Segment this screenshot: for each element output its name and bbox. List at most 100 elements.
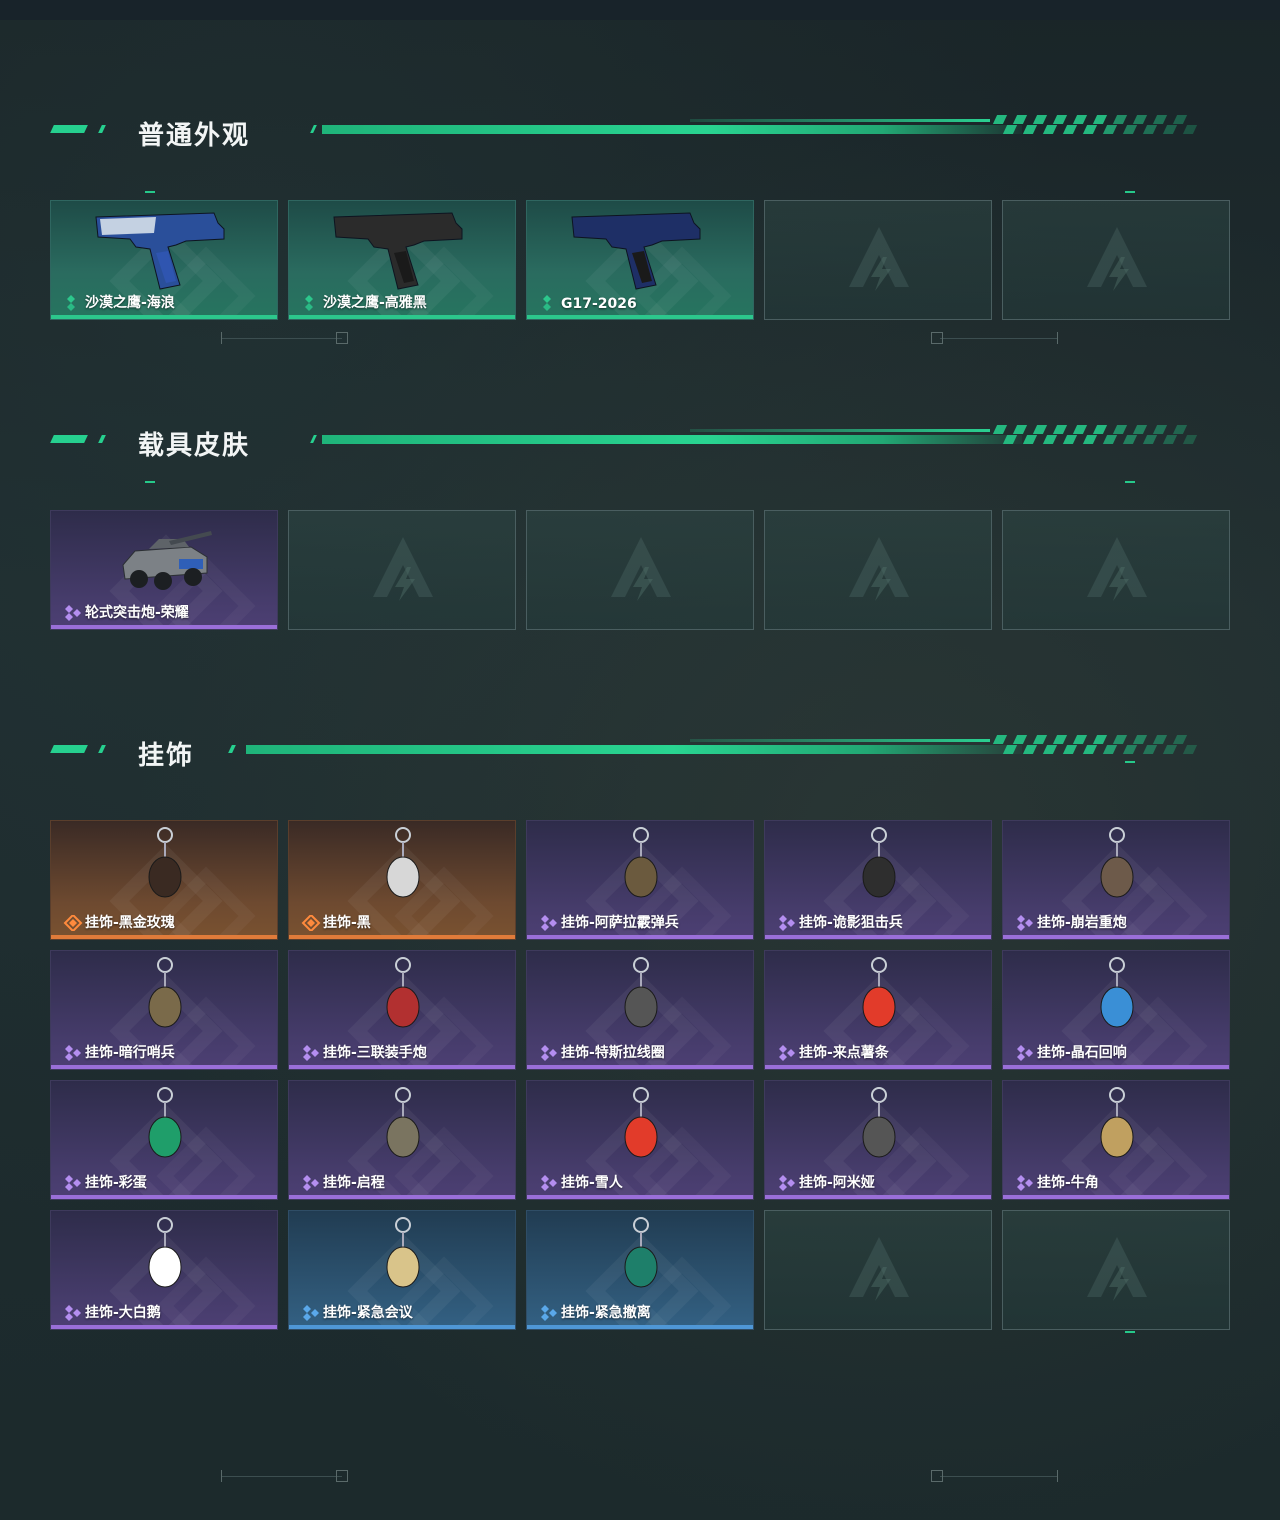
item-name: 沙漠之鹰-高雅黑 — [323, 295, 427, 311]
section-title: 普通外观 — [138, 121, 251, 151]
header-bar-top — [690, 429, 990, 432]
item-name: 挂饰-雪人 — [561, 1175, 623, 1191]
item-name: 挂饰-紧急撤离 — [561, 1305, 651, 1321]
rarity-bar — [51, 625, 277, 629]
item-name: 挂饰-牛角 — [1037, 1175, 1099, 1191]
item-card[interactable]: 挂饰-紧急撤离 — [526, 1210, 754, 1330]
placeholder-logo-icon — [1085, 535, 1149, 605]
empty-slot[interactable] — [288, 510, 516, 630]
placeholder-logo-icon — [371, 535, 435, 605]
item-card[interactable]: 挂饰-大白鹅 — [50, 1210, 278, 1330]
empty-slot[interactable] — [526, 510, 754, 630]
rarity-bar — [527, 1325, 753, 1329]
item-name: 挂饰-诡影狙击兵 — [799, 915, 903, 931]
item-card[interactable]: 挂饰-来点薯条 — [764, 950, 992, 1070]
item-card[interactable]: 沙漠之鹰-海浪 — [50, 200, 278, 320]
rarity-diamond-icon — [777, 915, 797, 931]
rarity-bar — [51, 1065, 277, 1069]
header-bar — [246, 745, 1022, 754]
empty-slot[interactable] — [764, 510, 992, 630]
item-name: 挂饰-彩蛋 — [85, 1175, 147, 1191]
rarity-diamond-icon — [539, 1305, 559, 1321]
accent-mark — [1125, 191, 1135, 193]
item-card[interactable]: G17-2026 — [526, 200, 754, 320]
divider-line — [222, 1476, 342, 1477]
accent-mark — [1125, 1331, 1135, 1333]
item-card[interactable]: 挂饰-黑 — [288, 820, 516, 940]
item-card[interactable]: 挂饰-彩蛋 — [50, 1080, 278, 1200]
header-dash — [228, 745, 236, 753]
section-title: 挂饰 — [138, 741, 195, 771]
item-name: 挂饰-黑金玫瑰 — [85, 915, 175, 931]
item-name: 挂饰-启程 — [323, 1175, 385, 1191]
corner-square — [931, 1470, 943, 1482]
rarity-diamond-icon — [63, 1175, 83, 1191]
item-card[interactable]: 挂饰-特斯拉线圈 — [526, 950, 754, 1070]
empty-slot[interactable] — [1002, 200, 1230, 320]
rarity-bar — [1003, 1065, 1229, 1069]
empty-slot[interactable] — [1002, 510, 1230, 630]
divider-line — [222, 338, 342, 339]
rarity-diamond-icon — [63, 605, 83, 621]
placeholder-logo-icon — [1085, 225, 1149, 295]
item-card[interactable]: 挂饰-暗行哨兵 — [50, 950, 278, 1070]
item-card[interactable]: 沙漠之鹰-高雅黑 — [288, 200, 516, 320]
header-dash — [50, 125, 88, 133]
item-name: 挂饰-崩岩重炮 — [1037, 915, 1127, 931]
rarity-diamond-icon — [301, 1305, 321, 1321]
item-card[interactable]: 挂饰-启程 — [288, 1080, 516, 1200]
header-bar — [322, 435, 1022, 444]
rarity-diamond-icon — [1015, 1175, 1035, 1191]
rarity-bar — [51, 1325, 277, 1329]
item-card[interactable]: 挂饰-三联装手炮 — [288, 950, 516, 1070]
corner-square — [336, 1470, 348, 1482]
rarity-diamond-icon — [1015, 1045, 1035, 1061]
item-name: 挂饰-特斯拉线圈 — [561, 1045, 665, 1061]
rarity-bar — [289, 935, 515, 939]
rarity-diamond-icon — [777, 1175, 797, 1191]
rarity-bar — [289, 1195, 515, 1199]
header-dash — [98, 125, 106, 133]
rarity-bar — [51, 315, 277, 319]
section-header-charms: 挂饰 — [50, 735, 1210, 771]
header-dash — [98, 435, 106, 443]
item-card[interactable]: 挂饰-晶石回响 — [1002, 950, 1230, 1070]
empty-slot[interactable] — [1002, 1210, 1230, 1330]
empty-slot[interactable] — [764, 1210, 992, 1330]
rarity-bar — [527, 315, 753, 319]
header-bar — [322, 125, 1022, 134]
rarity-bar — [527, 935, 753, 939]
item-card[interactable]: 挂饰-黑金玫瑰 — [50, 820, 278, 940]
item-name: 挂饰-阿米娅 — [799, 1175, 875, 1191]
item-card[interactable]: 挂饰-雪人 — [526, 1080, 754, 1200]
rarity-bar — [1003, 935, 1229, 939]
placeholder-logo-icon — [847, 535, 911, 605]
empty-slot[interactable] — [764, 200, 992, 320]
rarity-diamond-icon — [1015, 915, 1035, 931]
item-card[interactable]: 挂饰-牛角 — [1002, 1080, 1230, 1200]
item-card[interactable]: 挂饰-紧急会议 — [288, 1210, 516, 1330]
rarity-bar — [1003, 1195, 1229, 1199]
header-bar-top — [690, 119, 990, 122]
header-checker — [992, 425, 1205, 445]
rarity-bar — [765, 935, 991, 939]
rarity-bar — [289, 1065, 515, 1069]
accent-mark — [145, 481, 155, 483]
rarity-bar — [51, 1195, 277, 1199]
rarity-diamond-icon — [539, 1175, 559, 1191]
rarity-diamond-icon — [777, 1045, 797, 1061]
divider-tick — [221, 1470, 222, 1482]
item-card[interactable]: 挂饰-阿萨拉霰弹兵 — [526, 820, 754, 940]
item-name: 轮式突击炮-荣耀 — [85, 605, 189, 621]
item-card[interactable]: 挂饰-诡影狙击兵 — [764, 820, 992, 940]
divider-line — [940, 338, 1058, 339]
item-card[interactable]: 挂饰-阿米娅 — [764, 1080, 992, 1200]
rarity-diamond-icon — [63, 1305, 83, 1321]
item-card[interactable]: 轮式突击炮-荣耀 — [50, 510, 278, 630]
header-bar-top — [690, 739, 990, 742]
corner-square — [336, 332, 348, 344]
item-card[interactable]: 挂饰-崩岩重炮 — [1002, 820, 1230, 940]
rarity-diamond-icon — [301, 1045, 321, 1061]
rarity-bar — [527, 1195, 753, 1199]
section-header-vehicle-skins: 载具皮肤 — [50, 425, 1210, 461]
